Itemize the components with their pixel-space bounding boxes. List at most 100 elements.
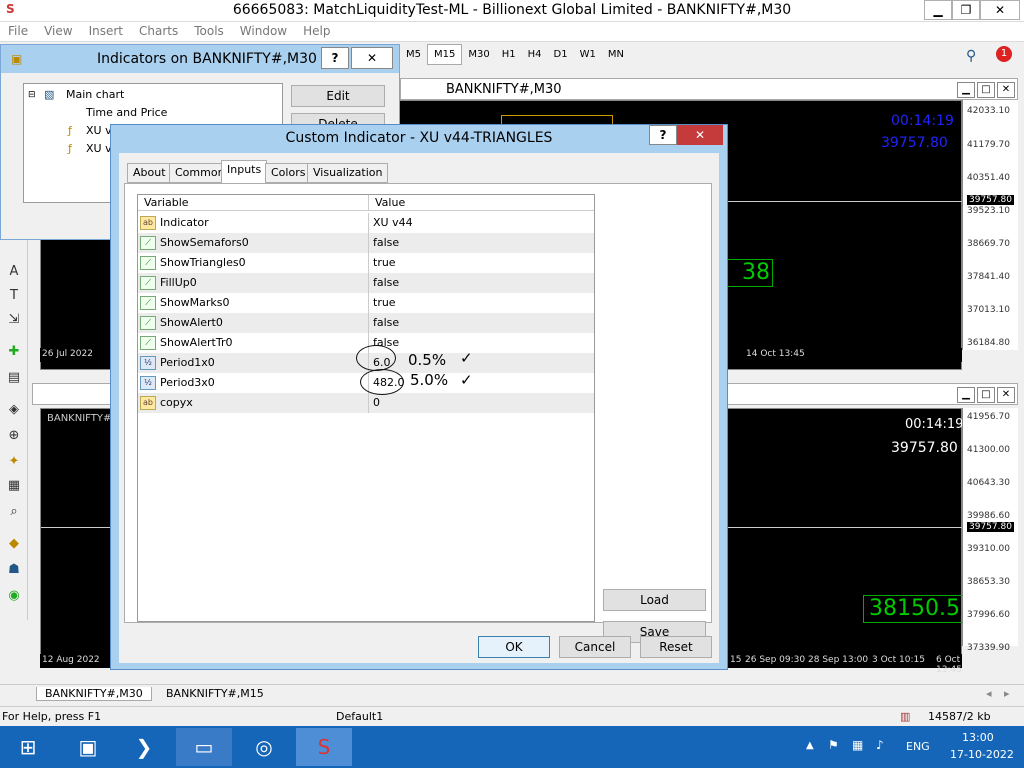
- maximize-button[interactable]: ❐: [952, 0, 980, 20]
- chart-top-maximize-button[interactable]: □: [977, 82, 995, 98]
- input-value[interactable]: 0: [368, 393, 594, 413]
- time-tick: 26 Sep 09:30: [745, 655, 806, 665]
- cancel-button[interactable]: Cancel: [559, 636, 631, 658]
- input-row[interactable]: ab copyx 0: [138, 393, 594, 413]
- list-icon[interactable]: ▦: [4, 478, 24, 498]
- dialog-help-button[interactable]: ?: [649, 125, 677, 145]
- file-explorer-icon[interactable]: ▭: [176, 728, 232, 766]
- powershell-icon[interactable]: ❯: [116, 728, 172, 766]
- chart-top-price-axis: 42033.10 41179.70 40351.40 39757.80 3952…: [962, 100, 1018, 350]
- tf-h4[interactable]: H4: [522, 45, 548, 64]
- scroll-right-icon[interactable]: ▸: [996, 687, 1018, 700]
- price-tick: 40351.40: [967, 173, 1010, 183]
- input-value[interactable]: false: [368, 313, 594, 333]
- menu-window[interactable]: Window: [232, 22, 295, 40]
- chart-tab-m15[interactable]: BANKNIFTY#,M15: [158, 687, 272, 700]
- tab-visualization[interactable]: Visualization: [307, 163, 389, 183]
- input-row[interactable]: ab Indicator XU v44: [138, 213, 594, 233]
- chart-top-close-button[interactable]: ✕: [997, 82, 1015, 98]
- menu-file[interactable]: File: [0, 22, 36, 40]
- time-tick: 14 Oct 13:45: [746, 349, 805, 359]
- tab-colors[interactable]: Colors: [265, 163, 312, 183]
- menu-tools[interactable]: Tools: [186, 22, 232, 40]
- tray-up-icon[interactable]: ▲: [806, 740, 814, 751]
- input-row[interactable]: ⟋ ShowMarks0 true: [138, 293, 594, 313]
- chart-window-icon[interactable]: ▤: [4, 370, 24, 390]
- folder-icon[interactable]: ✦: [4, 454, 24, 474]
- tf-w1[interactable]: W1: [574, 45, 602, 64]
- chrome-icon[interactable]: ◎: [236, 728, 292, 766]
- chart-tab-m30[interactable]: BANKNIFTY#,M30: [36, 687, 152, 701]
- arrow-tool-icon[interactable]: ⇲: [4, 312, 24, 332]
- crosshair-icon[interactable]: ⊕: [4, 428, 24, 448]
- tab-about[interactable]: About: [127, 163, 172, 183]
- collapse-icon[interactable]: ⊟: [28, 90, 36, 100]
- market-watch-icon[interactable]: ◆: [4, 536, 24, 556]
- tf-m5[interactable]: M5: [400, 45, 427, 64]
- function-icon: ƒ: [68, 142, 72, 155]
- indicators-close-button[interactable]: ✕: [351, 47, 393, 69]
- close-button[interactable]: ✕: [980, 0, 1020, 20]
- terminal-app-icon[interactable]: S: [296, 728, 352, 766]
- price-tick: 36184.80: [967, 338, 1010, 348]
- navigator-icon[interactable]: ◈: [4, 402, 24, 422]
- text-tool-icon[interactable]: A: [4, 264, 24, 284]
- minimize-button[interactable]: ▁: [924, 0, 952, 20]
- notification-badge[interactable]: 1: [996, 46, 1012, 62]
- signal-icon[interactable]: ◉: [4, 588, 24, 608]
- menu-charts[interactable]: Charts: [131, 22, 186, 40]
- input-value[interactable]: false: [368, 333, 594, 353]
- menu-help[interactable]: Help: [295, 22, 338, 40]
- input-value[interactable]: false: [368, 233, 594, 253]
- tree-item-main-chart[interactable]: Main chart: [66, 88, 124, 101]
- tf-m15[interactable]: M15: [427, 44, 463, 65]
- tray-flag-icon[interactable]: ⚑: [828, 738, 839, 752]
- chart-bottom-maximize-button[interactable]: □: [977, 387, 995, 403]
- input-value[interactable]: XU v44: [368, 213, 594, 233]
- input-value[interactable]: 6.0: [368, 353, 594, 373]
- price-tick: 37841.40: [967, 272, 1010, 282]
- menu-bar: File View Insert Charts Tools Window Help: [0, 22, 1024, 42]
- chart-top-minimize-button[interactable]: ▁: [957, 82, 975, 98]
- tab-inputs[interactable]: Inputs: [221, 160, 268, 184]
- network-icon[interactable]: ▦: [852, 738, 863, 752]
- dialog-close-button[interactable]: ✕: [677, 125, 723, 145]
- input-row[interactable]: ⟋ ShowSemafors0 false: [138, 233, 594, 253]
- load-button[interactable]: Load: [603, 589, 706, 611]
- zoom-icon[interactable]: ⌕: [4, 504, 24, 524]
- users-icon[interactable]: ☗: [4, 562, 24, 582]
- tree-item-time-and-price[interactable]: Time and Price: [86, 106, 167, 119]
- menu-insert[interactable]: Insert: [81, 22, 131, 40]
- language-indicator[interactable]: ENG: [906, 740, 930, 753]
- input-row[interactable]: ⟋ ShowAlert0 false: [138, 313, 594, 333]
- edit-button[interactable]: Edit: [291, 85, 385, 107]
- clock-date[interactable]: 17-10-2022: [950, 748, 1014, 761]
- start-button-icon[interactable]: ⊞: [0, 728, 56, 766]
- input-value[interactable]: true: [368, 253, 594, 273]
- add-indicator-icon[interactable]: ✚: [4, 344, 24, 364]
- input-value[interactable]: false: [368, 273, 594, 293]
- ok-button[interactable]: OK: [478, 636, 550, 658]
- input-value[interactable]: true: [368, 293, 594, 313]
- input-name: FillUp0: [160, 276, 197, 289]
- clock-time[interactable]: 13:00: [962, 731, 994, 744]
- chart-top-clock: 00:14:19: [891, 113, 954, 129]
- input-row[interactable]: ⟋ FillUp0 false: [138, 273, 594, 293]
- label-tool-icon[interactable]: T: [4, 288, 24, 308]
- server-manager-icon[interactable]: ▣: [60, 728, 116, 766]
- checkmark-icon: ✓: [460, 371, 473, 389]
- tf-mn[interactable]: MN: [602, 45, 630, 64]
- price-tick: 37339.90: [967, 643, 1010, 653]
- menu-view[interactable]: View: [36, 22, 80, 40]
- tf-m30[interactable]: M30: [462, 45, 495, 64]
- search-icon[interactable]: ⚲: [966, 48, 976, 64]
- chart-bottom-close-button[interactable]: ✕: [997, 387, 1015, 403]
- chart-bottom-minimize-button[interactable]: ▁: [957, 387, 975, 403]
- tf-d1[interactable]: D1: [548, 45, 574, 64]
- reset-button[interactable]: Reset: [640, 636, 712, 658]
- tf-h1[interactable]: H1: [496, 45, 522, 64]
- indicators-help-button[interactable]: ?: [321, 47, 349, 69]
- input-row[interactable]: ⟋ ShowTriangles0 true: [138, 253, 594, 273]
- volume-icon[interactable]: ♪: [876, 738, 884, 752]
- inputs-grid: Variable Value ab Indicator XU v44 ⟋ Sho…: [137, 194, 595, 622]
